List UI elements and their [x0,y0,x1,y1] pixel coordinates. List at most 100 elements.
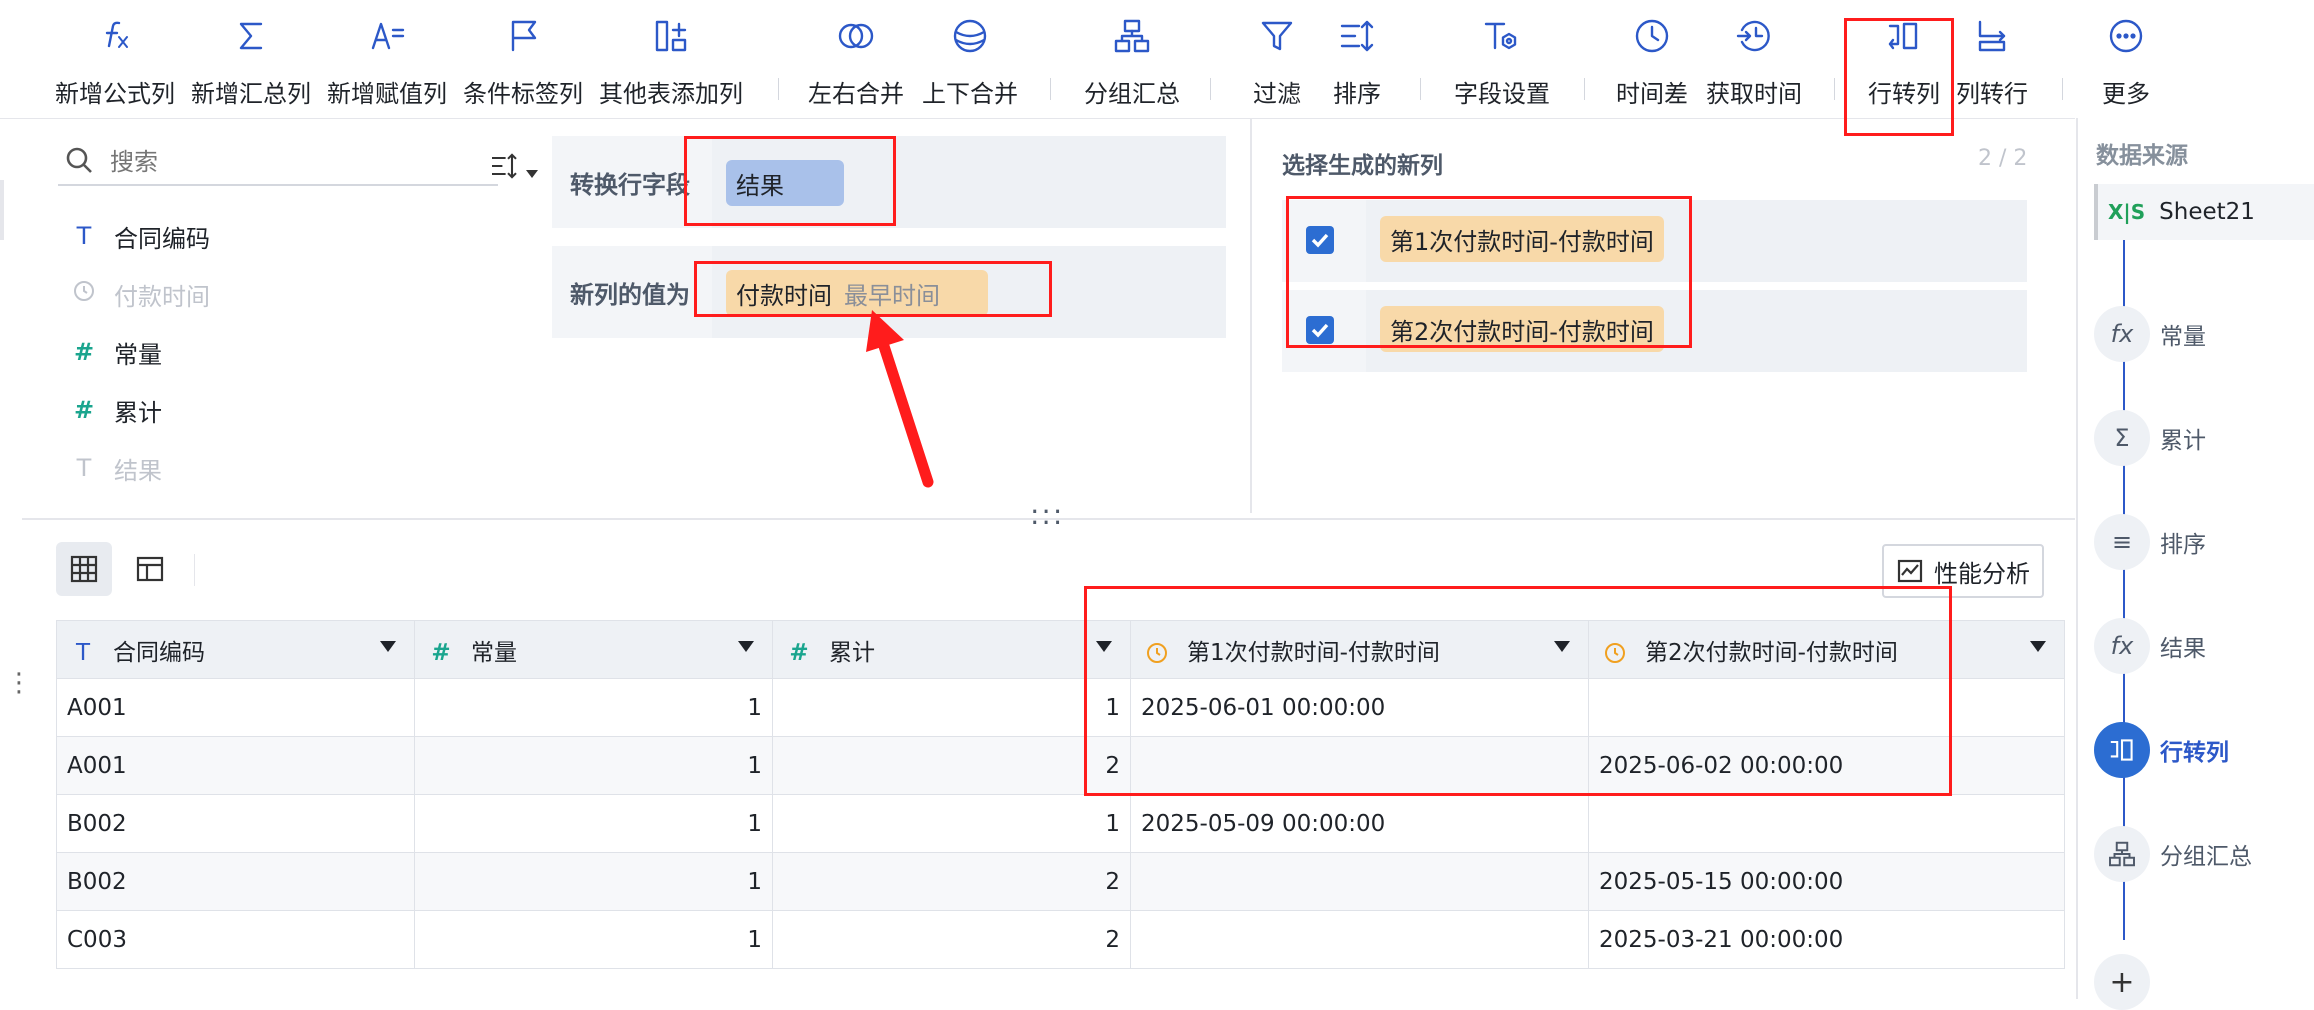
table-cell[interactable]: B002 [56,852,415,911]
table-cell[interactable]: 1 [772,678,1131,737]
table-cell[interactable]: 1 [414,910,773,969]
sigma-icon [227,12,275,60]
divider [194,554,195,586]
column-header-contract-code[interactable]: T 合同编码 [56,620,415,679]
table-cell[interactable]: 2025-05-15 00:00:00 [1588,852,2065,911]
field-settings-icon [1478,12,1526,60]
add-formula-column-button[interactable]: 新增公式列 [54,0,176,118]
sort-icon: ≡ [2094,514,2150,570]
grid-view-button[interactable] [56,542,112,596]
clock-icon [1141,640,1173,666]
value-field-dropzone[interactable]: 付款时间 最早时间 [712,246,1226,338]
table-cell[interactable]: 2 [772,736,1131,795]
clock-icon [68,279,100,309]
pipeline-step-constant[interactable]: fx 常量 [2094,306,2206,362]
search-box [58,140,498,186]
toolbar-separator [1050,78,1051,100]
table-cell[interactable]: 1 [414,736,773,795]
table-cell[interactable]: A001 [56,736,415,795]
chevron-down-icon[interactable] [1554,641,1570,652]
table-cell[interactable] [1588,678,2065,737]
add-step-button[interactable]: + [2094,954,2150,1010]
column-to-row-icon [1968,12,2016,60]
add-column-from-other-table-button[interactable]: 其他表添加列 [596,0,746,118]
group-summary-button[interactable]: 分组汇总 [1080,0,1184,118]
field-sort-button[interactable] [488,146,540,186]
assign-icon [363,12,411,60]
row-to-column-icon [2094,722,2150,778]
table-cell[interactable] [1130,910,1589,969]
table-cell[interactable]: B002 [56,794,415,853]
pipeline-step-result[interactable]: fx 结果 [2094,618,2206,674]
sigma-icon: Σ [2094,410,2150,466]
table-cell[interactable] [1130,736,1589,795]
table-cell[interactable]: 2 [772,852,1131,911]
table-cell[interactable]: 2025-05-09 00:00:00 [1130,794,1589,853]
more-button[interactable]: 更多 [2078,0,2174,118]
number-type-icon: # [789,639,809,666]
data-source-item[interactable]: X|S Sheet21 [2094,184,2314,240]
sort-button[interactable]: 排序 [1326,0,1388,118]
toolbar-separator [1584,78,1585,100]
new-column-checkbox[interactable] [1306,226,1334,254]
add-summary-column-button[interactable]: 新增汇总列 [190,0,312,118]
time-difference-button[interactable]: 时间差 [1604,0,1700,118]
table-cell[interactable]: C003 [56,910,415,969]
table-cell[interactable]: 2025-06-01 00:00:00 [1130,678,1589,737]
get-time-button[interactable]: 获取时间 [1704,0,1804,118]
table-cell[interactable]: 2025-06-02 00:00:00 [1588,736,2065,795]
toolbar-separator [2062,78,2063,100]
field-item-constant[interactable]: # 常量 [68,332,162,372]
new-column-chip[interactable]: 第1次付款时间-付款时间 [1380,216,1664,262]
row-to-column-button[interactable]: 行转列 [1862,0,1946,118]
table-cell[interactable]: A001 [56,678,415,737]
table-cell[interactable]: 1 [772,794,1131,853]
table-cell[interactable] [1130,852,1589,911]
layout-view-button[interactable] [122,542,178,596]
add-assign-column-button[interactable]: 新增赋值列 [326,0,448,118]
column-header-second-payment[interactable]: 第2次付款时间-付款时间 [1588,620,2065,679]
table-cell[interactable]: 2 [772,910,1131,969]
conditional-tag-column-button[interactable]: 条件标签列 [462,0,584,118]
pipeline-step-sort[interactable]: ≡ 排序 [2094,514,2206,570]
data-preview-area: 性能分析 T 合同编码 # 常量 # 累计 第1次付款时间-付款时间 第2次付款时间-… [22,518,2075,1001]
pipeline-step-row-to-column[interactable]: 行转列 [2094,722,2229,778]
value-field-chip[interactable]: 付款时间 最早时间 [726,270,988,316]
chevron-down-icon[interactable] [738,641,754,652]
new-column-checkbox[interactable] [1306,316,1334,344]
column-to-row-button[interactable]: 列转行 [1950,0,2034,118]
clock-icon [1599,640,1631,666]
filter-button[interactable]: 过滤 [1246,0,1308,118]
merge-horizontal-button[interactable]: 左右合并 [806,0,906,118]
table-cell[interactable]: 2025-03-21 00:00:00 [1588,910,2065,969]
chevron-down-icon[interactable] [380,641,396,652]
merge-vertical-button[interactable]: 上下合并 [920,0,1020,118]
search-input[interactable] [108,147,472,177]
table-cell[interactable]: 1 [414,678,773,737]
pipeline-step-cumulative[interactable]: Σ 累计 [2094,410,2206,466]
group-icon [1108,12,1156,60]
performance-analysis-button[interactable]: 性能分析 [1882,544,2044,598]
new-column-cell: 第2次付款时间-付款时间 [1366,290,2027,372]
column-header-constant[interactable]: # 常量 [414,620,773,679]
toolbar: 新增公式列 新增汇总列 新增赋值列 条件标签列 其他表添加列 左右合并 上下合并… [0,0,2075,119]
row-field-chip[interactable]: 结果 [726,160,844,206]
chevron-down-icon[interactable] [1096,641,1112,652]
toolbar-separator [778,78,779,100]
chevron-down-icon[interactable] [2030,641,2046,652]
table-cell[interactable]: 1 [414,794,773,853]
table-cell[interactable] [1588,794,2065,853]
pipeline-step-group-summary[interactable]: 分组汇总 [2094,826,2252,882]
field-item-cumulative[interactable]: # 累计 [68,390,162,430]
table-cell[interactable]: 1 [414,852,773,911]
field-settings-button[interactable]: 字段设置 [1450,0,1554,118]
new-column-row: 第1次付款时间-付款时间 [1282,200,2027,282]
field-item-contract-code[interactable]: T 合同编码 [68,216,210,256]
data-table: T 合同编码 # 常量 # 累计 第1次付款时间-付款时间 第2次付款时间-付款时间 … [56,620,2065,969]
row-field-dropzone[interactable]: 结果 [712,136,1226,228]
table-header-row: T 合同编码 # 常量 # 累计 第1次付款时间-付款时间 第2次付款时间-付款时间 [56,620,2065,679]
drag-handle-icon[interactable]: ⋮ [6,670,32,696]
new-column-chip[interactable]: 第2次付款时间-付款时间 [1380,306,1664,352]
column-header-first-payment[interactable]: 第1次付款时间-付款时间 [1130,620,1589,679]
column-header-cumulative[interactable]: # 累计 [772,620,1131,679]
